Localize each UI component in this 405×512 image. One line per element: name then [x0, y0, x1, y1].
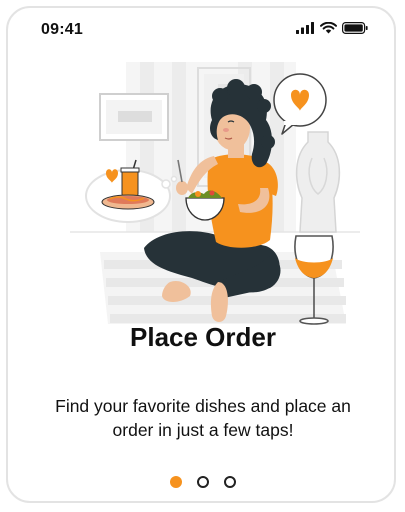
signal-icon: [296, 22, 314, 34]
status-time: 09:41: [41, 21, 83, 38]
pagination-dot-3[interactable]: [224, 476, 236, 488]
page-description: Find your favorite dishes and place an o…: [55, 396, 351, 440]
woman-eating-salad-illustration: [70, 62, 360, 330]
vase: [295, 131, 341, 233]
pagination-dots: [8, 476, 394, 488]
picture-frame: [99, 93, 169, 141]
phone-frame: 09:41 Place Order Find your favorite dis…: [6, 6, 396, 503]
pagination-dot-2[interactable]: [197, 476, 209, 488]
pagination-dot-1[interactable]: [170, 476, 182, 488]
status-icons: [296, 22, 368, 34]
page-title: Place Order: [130, 322, 276, 352]
wifi-icon: [320, 22, 337, 34]
onboarding-screen: 09:41 Place Order Find your favorite dis…: [0, 0, 405, 512]
status-bar: 09:41: [8, 8, 394, 54]
battery-icon: [342, 22, 368, 34]
